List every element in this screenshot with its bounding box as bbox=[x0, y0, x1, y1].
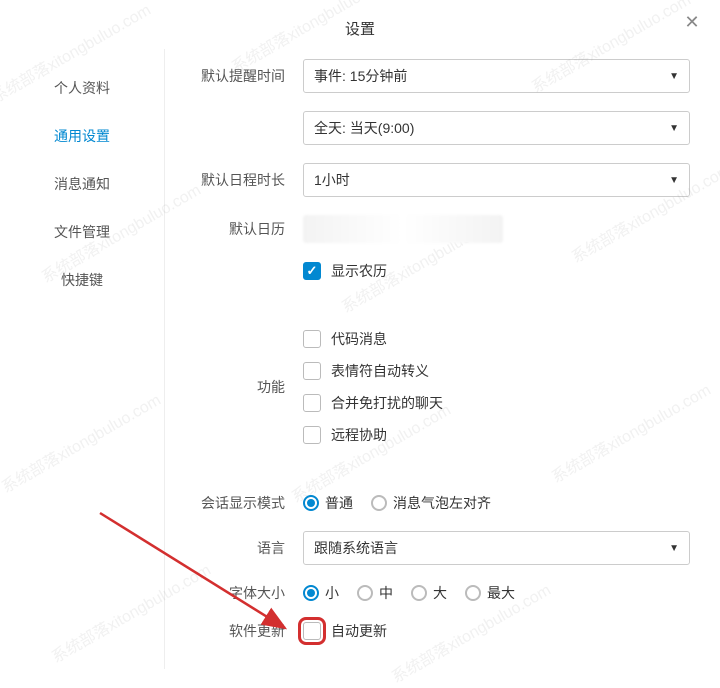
merge-dnd-checkbox[interactable] bbox=[303, 394, 321, 412]
sidebar-item-shortcuts[interactable]: 快捷键 bbox=[0, 256, 164, 304]
header: 设置 ✕ bbox=[0, 0, 720, 49]
font-size-small-label: 小 bbox=[325, 583, 339, 603]
language-value: 跟随系统语言 bbox=[314, 538, 398, 558]
page-title: 设置 bbox=[345, 21, 375, 38]
font-size-small-radio[interactable]: 小 bbox=[303, 583, 339, 603]
chevron-down-icon: ▼ bbox=[669, 543, 679, 554]
remote-assist-label: 远程协助 bbox=[331, 425, 387, 445]
remote-assist-checkbox[interactable] bbox=[303, 426, 321, 444]
chevron-down-icon: ▼ bbox=[669, 123, 679, 134]
reminder-event-select[interactable]: 事件: 15分钟前 ▼ bbox=[303, 59, 690, 93]
lunar-checkbox[interactable]: ✓ bbox=[303, 262, 321, 280]
auto-update-checkbox-label: 自动更新 bbox=[331, 621, 387, 641]
sidebar-item-files[interactable]: 文件管理 bbox=[0, 208, 164, 256]
display-mode-left-radio[interactable]: 消息气泡左对齐 bbox=[371, 493, 491, 513]
font-size-xlarge-label: 最大 bbox=[487, 583, 515, 603]
display-mode-left-label: 消息气泡左对齐 bbox=[393, 493, 491, 513]
language-select[interactable]: 跟随系统语言 ▼ bbox=[303, 531, 690, 565]
font-size-medium-radio[interactable]: 中 bbox=[357, 583, 393, 603]
radio-icon bbox=[303, 585, 319, 601]
duration-label: 默认日程时长 bbox=[185, 170, 285, 190]
radio-icon bbox=[411, 585, 427, 601]
reminder-event-value: 事件: 15分钟前 bbox=[314, 66, 407, 86]
duration-value: 1小时 bbox=[314, 170, 350, 190]
sidebar-item-notifications[interactable]: 消息通知 bbox=[0, 160, 164, 208]
font-size-large-label: 大 bbox=[433, 583, 447, 603]
font-size-medium-label: 中 bbox=[379, 583, 393, 603]
lunar-label: 显示农历 bbox=[331, 261, 387, 281]
reminder-allday-select[interactable]: 全天: 当天(9:00) ▼ bbox=[303, 111, 690, 145]
radio-icon bbox=[465, 585, 481, 601]
radio-icon bbox=[303, 495, 319, 511]
display-mode-normal-radio[interactable]: 普通 bbox=[303, 493, 353, 513]
main-panel: 默认提醒时间 事件: 15分钟前 ▼ 全天: 当天(9:00) ▼ 默认日程时长 bbox=[165, 49, 720, 669]
language-label: 语言 bbox=[185, 538, 285, 558]
sidebar-item-profile[interactable]: 个人资料 bbox=[0, 64, 164, 112]
reminder-allday-value: 全天: 当天(9:00) bbox=[314, 118, 414, 138]
display-mode-label: 会话显示模式 bbox=[185, 493, 285, 513]
font-size-large-radio[interactable]: 大 bbox=[411, 583, 447, 603]
code-msg-checkbox[interactable] bbox=[303, 330, 321, 348]
reminder-label: 默认提醒时间 bbox=[185, 66, 285, 86]
font-size-xlarge-radio[interactable]: 最大 bbox=[465, 583, 515, 603]
merge-dnd-label: 合并免打扰的聊天 bbox=[331, 393, 443, 413]
features-label: 功能 bbox=[185, 377, 285, 397]
sidebar: 个人资料 通用设置 消息通知 文件管理 快捷键 bbox=[0, 49, 165, 669]
calendar-value-blurred bbox=[303, 215, 503, 243]
chevron-down-icon: ▼ bbox=[669, 71, 679, 82]
code-msg-label: 代码消息 bbox=[331, 329, 387, 349]
display-mode-normal-label: 普通 bbox=[325, 493, 353, 513]
auto-update-checkbox[interactable] bbox=[303, 622, 321, 640]
font-size-label: 字体大小 bbox=[185, 583, 285, 603]
duration-select[interactable]: 1小时 ▼ bbox=[303, 163, 690, 197]
radio-icon bbox=[357, 585, 373, 601]
radio-icon bbox=[371, 495, 387, 511]
calendar-label: 默认日历 bbox=[185, 219, 285, 239]
close-button[interactable]: ✕ bbox=[682, 12, 702, 32]
auto-update-label: 软件更新 bbox=[185, 621, 285, 641]
chevron-down-icon: ▼ bbox=[669, 175, 679, 186]
sidebar-item-general[interactable]: 通用设置 bbox=[0, 112, 164, 160]
emoji-escape-label: 表情符自动转义 bbox=[331, 361, 429, 381]
emoji-escape-checkbox[interactable] bbox=[303, 362, 321, 380]
